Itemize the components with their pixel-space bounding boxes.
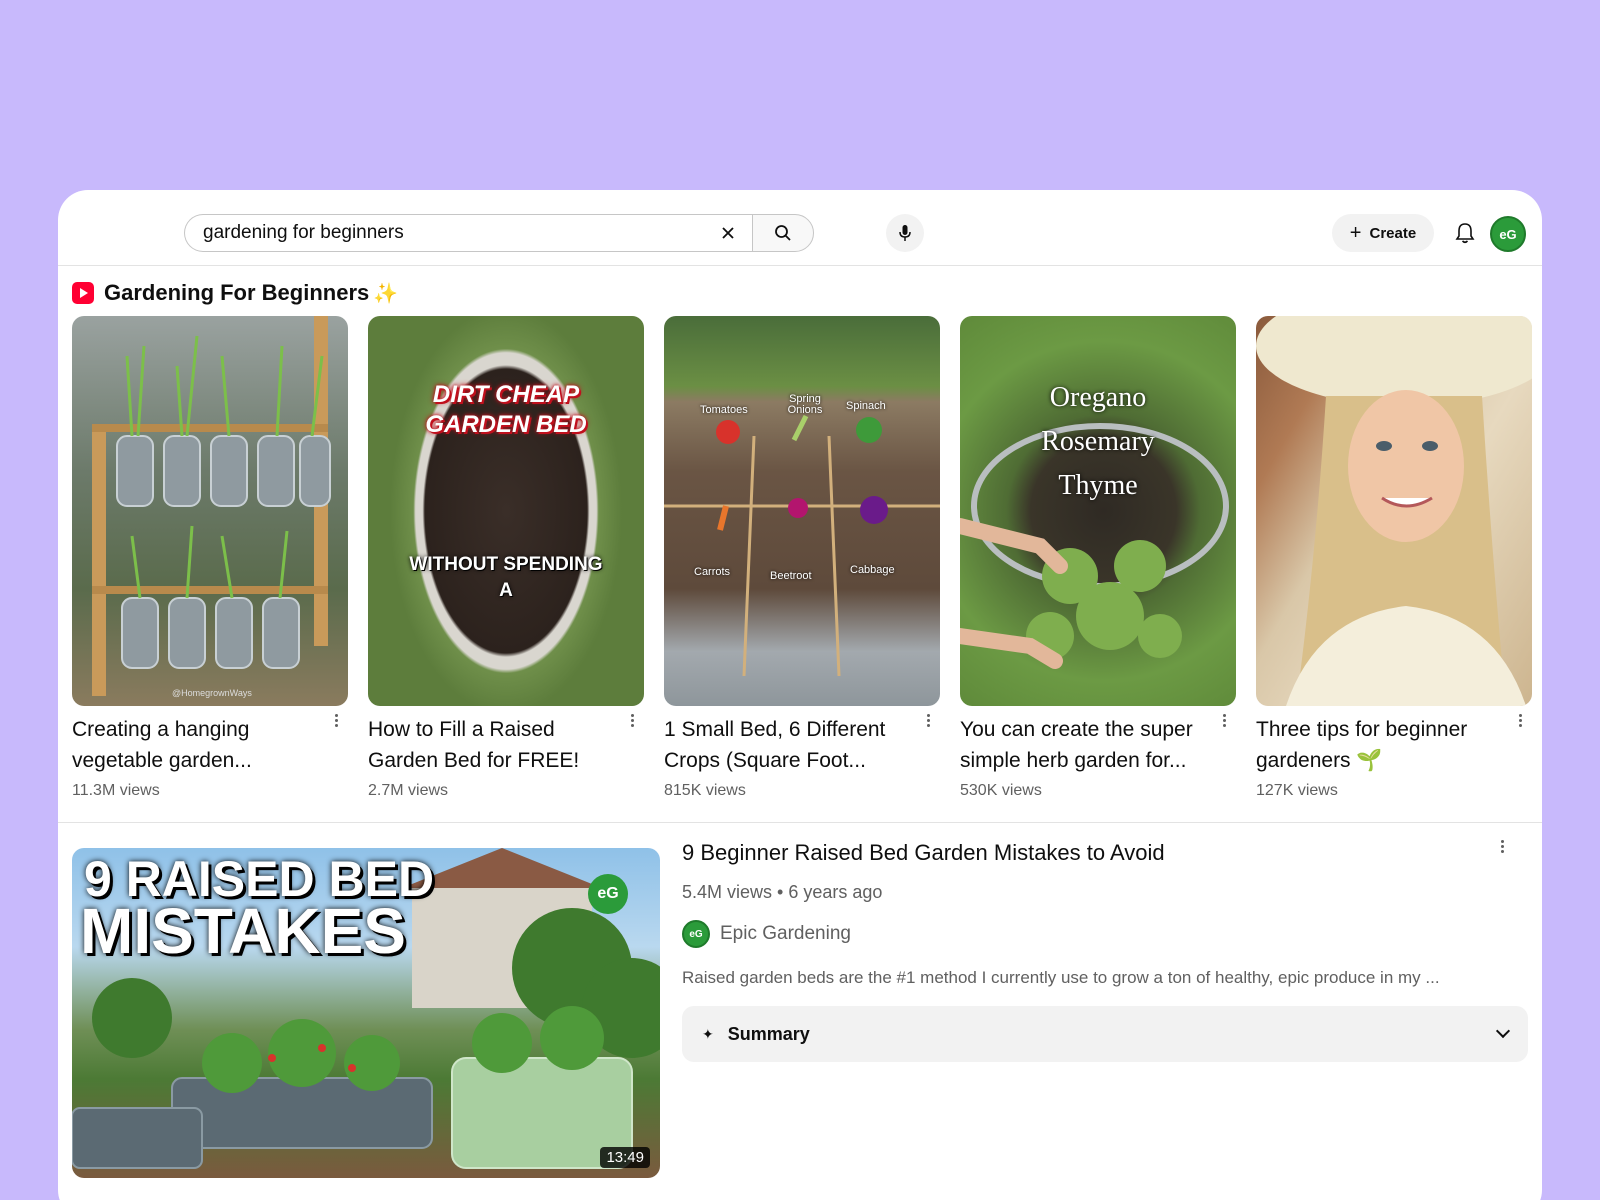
presenter-art bbox=[1256, 316, 1532, 706]
channel-row[interactable]: eG Epic Gardening bbox=[682, 920, 851, 948]
overlay-line: A bbox=[499, 580, 513, 601]
crop-label: Spring Onions bbox=[787, 393, 823, 416]
summary-expander[interactable]: ✦ Summary bbox=[682, 1006, 1528, 1062]
more-vert-icon bbox=[926, 713, 930, 727]
create-button[interactable]: + Create bbox=[1332, 214, 1434, 252]
overlay-line: DIRT CHEAP bbox=[432, 381, 580, 408]
shelf-header: Gardening For Beginners ✨ bbox=[72, 280, 398, 306]
sparkle-icon: ✦ bbox=[702, 1025, 714, 1042]
crop-label: Spinach bbox=[846, 400, 886, 412]
overlay-line: Thyme bbox=[1058, 470, 1138, 501]
shorts-icon bbox=[72, 282, 94, 304]
video-duration: 13:49 bbox=[600, 1147, 650, 1168]
search-icon bbox=[775, 225, 791, 241]
hanging-garden-art bbox=[92, 316, 331, 696]
more-vert-icon bbox=[630, 713, 634, 727]
overlay-line: WITHOUT SPENDING bbox=[409, 554, 603, 575]
crop-label: Cabbage bbox=[850, 564, 895, 576]
video-description: Raised garden beds are the #1 method I c… bbox=[682, 968, 1440, 987]
chevron-down-icon bbox=[1495, 1023, 1511, 1039]
channel-avatar[interactable]: eG bbox=[682, 920, 710, 948]
video-meta: 5.4M views • 6 years ago bbox=[682, 882, 883, 902]
thumb-headline: MISTAKES bbox=[80, 895, 406, 967]
short-item[interactable]: Three tips for beginner gardeners 🌱 127K… bbox=[1256, 316, 1532, 799]
browser-window: + Create eG Gardening For Beginners ✨ bbox=[58, 190, 1542, 1200]
short-thumbnail[interactable]: DIRT CHEAP GARDEN BED WITHOUT SPENDING A bbox=[368, 316, 644, 706]
short-views: 127K views bbox=[1256, 782, 1338, 799]
more-vert-icon bbox=[1222, 713, 1226, 727]
overlay-line: GARDEN BED bbox=[425, 411, 587, 438]
crop-label: Tomatoes bbox=[700, 404, 748, 416]
short-thumbnail[interactable] bbox=[1256, 316, 1532, 706]
more-vert-icon bbox=[334, 713, 338, 727]
crop-label: Carrots bbox=[694, 566, 731, 578]
short-views: 11.3M views bbox=[72, 782, 160, 799]
more-vert-icon bbox=[1500, 839, 1504, 853]
short-item[interactable]: @HomegrownWays Creating a hanging vegeta… bbox=[72, 316, 348, 799]
search-box[interactable] bbox=[184, 214, 752, 252]
search-input[interactable] bbox=[203, 222, 716, 244]
short-menu-button[interactable] bbox=[1508, 708, 1532, 732]
video-thumbnail[interactable]: 9 RAISED BED MISTAKES eG 13:49 bbox=[72, 848, 660, 1178]
herb-garden-art bbox=[960, 423, 1229, 669]
short-thumbnail[interactable]: Tomatoes Spring Onions Spinach Carrots B… bbox=[664, 316, 940, 706]
short-title[interactable]: Creating a hanging vegetable garden... bbox=[72, 714, 318, 776]
channel-name[interactable]: Epic Gardening bbox=[720, 923, 851, 945]
short-title[interactable]: How to Fill a Raised Garden Bed for FREE… bbox=[368, 714, 614, 776]
create-label: Create bbox=[1369, 224, 1417, 242]
short-item[interactable]: Oregano Rosemary Thyme You can create th… bbox=[960, 316, 1236, 799]
square-foot-bed-art bbox=[664, 414, 940, 677]
more-vert-icon bbox=[1518, 713, 1522, 727]
short-menu-button[interactable] bbox=[620, 708, 644, 732]
section-divider bbox=[58, 822, 1542, 823]
voice-search-button[interactable] bbox=[886, 214, 924, 252]
search-bar bbox=[184, 214, 814, 252]
short-views: 815K views bbox=[664, 782, 746, 799]
short-title[interactable]: You can create the super simple herb gar… bbox=[960, 714, 1206, 776]
video-menu-button[interactable] bbox=[1490, 834, 1514, 858]
summary-label: Summary bbox=[727, 1023, 810, 1044]
notifications-button[interactable] bbox=[1450, 218, 1480, 248]
crop-label: Beetroot bbox=[770, 570, 812, 582]
channel-badge-icon: eG bbox=[588, 874, 628, 914]
top-bar: + Create eG bbox=[58, 190, 1542, 266]
video-title[interactable]: 9 Beginner Raised Bed Garden Mistakes to… bbox=[682, 840, 1165, 866]
bell-icon bbox=[1455, 223, 1475, 244]
short-title[interactable]: Three tips for beginner gardeners 🌱 bbox=[1256, 714, 1502, 776]
short-views: 2.7M views bbox=[368, 782, 449, 799]
close-icon bbox=[722, 227, 734, 239]
short-menu-button[interactable] bbox=[1212, 708, 1236, 732]
short-item[interactable]: Tomatoes Spring Onions Spinach Carrots B… bbox=[664, 316, 940, 799]
overlay-line: Oregano bbox=[1049, 382, 1147, 413]
short-menu-button[interactable] bbox=[324, 708, 348, 732]
shelf-title: Gardening For Beginners bbox=[104, 280, 370, 305]
sparkle-icon: ✨ bbox=[373, 282, 399, 305]
short-item[interactable]: DIRT CHEAP GARDEN BED WITHOUT SPENDING A… bbox=[368, 316, 644, 799]
clear-search-button[interactable] bbox=[716, 221, 740, 245]
plus-icon: + bbox=[1349, 222, 1362, 244]
search-button[interactable] bbox=[752, 214, 814, 252]
short-thumbnail[interactable]: @HomegrownWays bbox=[72, 316, 348, 706]
overlay-line: Rosemary bbox=[1041, 426, 1155, 457]
mic-icon bbox=[899, 225, 911, 241]
short-menu-button[interactable] bbox=[916, 708, 940, 732]
watermark: @HomegrownWays bbox=[172, 688, 252, 698]
short-thumbnail[interactable]: Oregano Rosemary Thyme bbox=[960, 316, 1236, 706]
short-title[interactable]: 1 Small Bed, 6 Different Crops (Square F… bbox=[664, 714, 910, 776]
account-avatar[interactable]: eG bbox=[1490, 216, 1526, 252]
short-views: 530K views bbox=[960, 782, 1042, 799]
